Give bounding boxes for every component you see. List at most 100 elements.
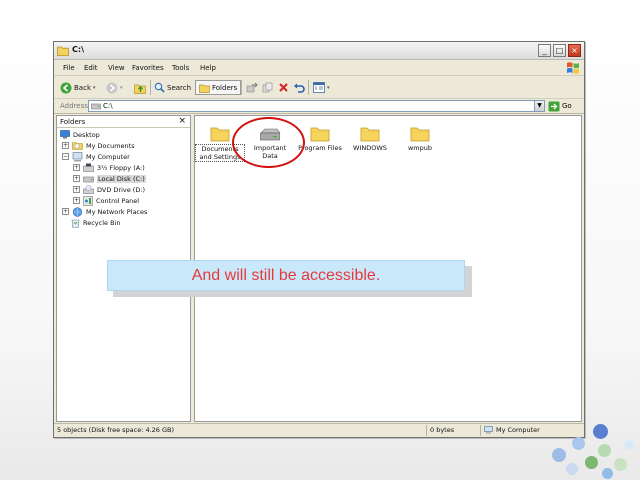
menu-help[interactable]: Help (200, 64, 216, 72)
folder-icon (57, 46, 69, 56)
network-icon (72, 206, 83, 217)
folders-pane-title: Folders (60, 118, 86, 126)
tree-item-my-documents[interactable]: + My Documents (62, 140, 135, 151)
go-button[interactable]: Go (548, 100, 572, 112)
toolbar-separator (308, 80, 309, 95)
menu-favorites[interactable]: Favorites (132, 64, 164, 72)
expand-icon[interactable]: + (73, 197, 80, 204)
tree-item-dvd[interactable]: + DVD Drive (D:) (73, 184, 145, 195)
delete-button[interactable] (278, 80, 289, 95)
collapse-icon[interactable]: − (62, 153, 69, 160)
folders-button[interactable]: Folders (195, 80, 242, 95)
menu-edit[interactable]: Edit (84, 64, 98, 72)
maximize-button[interactable]: □ (553, 44, 566, 57)
drive-icon (91, 103, 101, 110)
up-button[interactable] (134, 80, 147, 95)
annotation-circle (232, 117, 305, 168)
folder-up-icon (134, 84, 146, 94)
tree-item-local-disk[interactable]: + Local Disk (C:) (73, 173, 146, 184)
folder-icon (410, 127, 430, 142)
hard-disk-icon (83, 176, 94, 182)
folder-icon (360, 127, 380, 142)
tree-item-control-panel[interactable]: + Control Panel (73, 195, 139, 206)
go-label: Go (562, 102, 572, 110)
status-location-label: My Computer (496, 426, 540, 434)
move-to-button[interactable] (246, 80, 258, 95)
folders-pane-close-button[interactable]: × (178, 116, 186, 127)
toolbar: Back ▾ ▾ Search Folders ▾ (54, 76, 584, 99)
back-arrow-icon (60, 82, 72, 93)
title-bar[interactable]: C:\ _ □ × (54, 42, 584, 60)
expand-icon[interactable]: + (73, 175, 80, 182)
status-separator (426, 425, 427, 436)
tree-item-network[interactable]: + My Network Places (62, 206, 147, 217)
documents-folder-icon (72, 142, 83, 150)
close-button[interactable]: × (568, 44, 581, 57)
windows-flag-icon (567, 62, 579, 74)
file-item-label: WINDOWS (353, 144, 387, 152)
undo-button[interactable] (293, 80, 305, 95)
copy-to-icon (262, 82, 273, 92)
address-input[interactable]: C:\ (88, 100, 544, 112)
computer-icon (484, 426, 493, 434)
go-arrow-icon (548, 101, 560, 111)
expand-icon[interactable]: + (62, 142, 69, 149)
tree-item-my-computer[interactable]: − My Computer (62, 151, 130, 162)
toolbar-separator (150, 80, 151, 95)
status-size: 0 bytes (430, 426, 455, 434)
search-label: Search (167, 83, 192, 92)
folders-label: Folders (212, 83, 238, 92)
recycle-bin-icon (71, 219, 80, 228)
views-dropdown-icon: ▾ (327, 84, 330, 91)
desktop-icon (60, 130, 70, 139)
status-object-count: 5 objects (Disk free space: 4.26 GB) (57, 426, 175, 434)
status-bar: 5 objects (Disk free space: 4.26 GB) 0 b… (54, 423, 584, 437)
expand-icon[interactable]: + (62, 208, 69, 215)
dvd-drive-icon (83, 185, 94, 194)
expand-icon[interactable]: + (73, 164, 80, 171)
search-button[interactable]: Search (154, 80, 191, 95)
forward-button[interactable]: ▾ (106, 80, 123, 95)
window-title: C:\ (72, 45, 84, 54)
floppy-drive-icon (83, 163, 94, 172)
address-value: C:\ (103, 102, 113, 110)
back-button[interactable]: Back ▾ (60, 80, 96, 95)
menu-view[interactable]: View (108, 64, 125, 72)
tree-item-desktop[interactable]: Desktop (60, 129, 100, 140)
back-label: Back (74, 83, 91, 92)
file-item-label: wmpub (407, 144, 433, 152)
explorer-window: C:\ _ □ × File Edit View Favorites Tools… (53, 41, 585, 438)
tree-item-recycle-bin[interactable]: Recycle Bin (71, 217, 120, 228)
folders-pane-header: Folders × (57, 116, 190, 128)
toolbar-separator (241, 80, 242, 95)
slide-caption: And will still be accessible. (107, 260, 465, 291)
copy-to-button[interactable] (262, 80, 274, 95)
menu-tools[interactable]: Tools (172, 64, 189, 72)
expand-icon[interactable]: + (73, 186, 80, 193)
status-location: My Computer (484, 426, 540, 434)
forward-arrow-icon (106, 82, 118, 93)
back-dropdown-icon: ▾ (93, 84, 96, 91)
views-button[interactable]: ▾ (313, 80, 330, 95)
minimize-button[interactable]: _ (538, 44, 551, 57)
folder-icon (210, 127, 230, 142)
control-panel-icon (83, 195, 93, 206)
address-dropdown-button[interactable]: ▼ (534, 100, 545, 112)
address-label: Address (60, 102, 88, 110)
search-icon (154, 82, 165, 93)
status-separator (480, 425, 481, 436)
delete-icon (279, 83, 288, 92)
file-item-windows[interactable]: WINDOWS (345, 120, 395, 152)
move-to-icon (246, 82, 258, 92)
folder-icon (310, 127, 330, 142)
computer-icon (72, 151, 83, 161)
address-bar: Address C:\ ▼ Go (54, 99, 584, 114)
forward-dropdown-icon: ▾ (120, 84, 123, 91)
file-item-wmpub[interactable]: wmpub (395, 120, 445, 152)
menu-bar: File Edit View Favorites Tools Help (54, 60, 584, 76)
undo-icon (294, 83, 305, 93)
views-icon (313, 82, 325, 93)
menu-file[interactable]: File (63, 64, 75, 72)
folders-icon (199, 84, 210, 93)
tree-item-floppy[interactable]: + 3½ Floppy (A:) (73, 162, 145, 173)
